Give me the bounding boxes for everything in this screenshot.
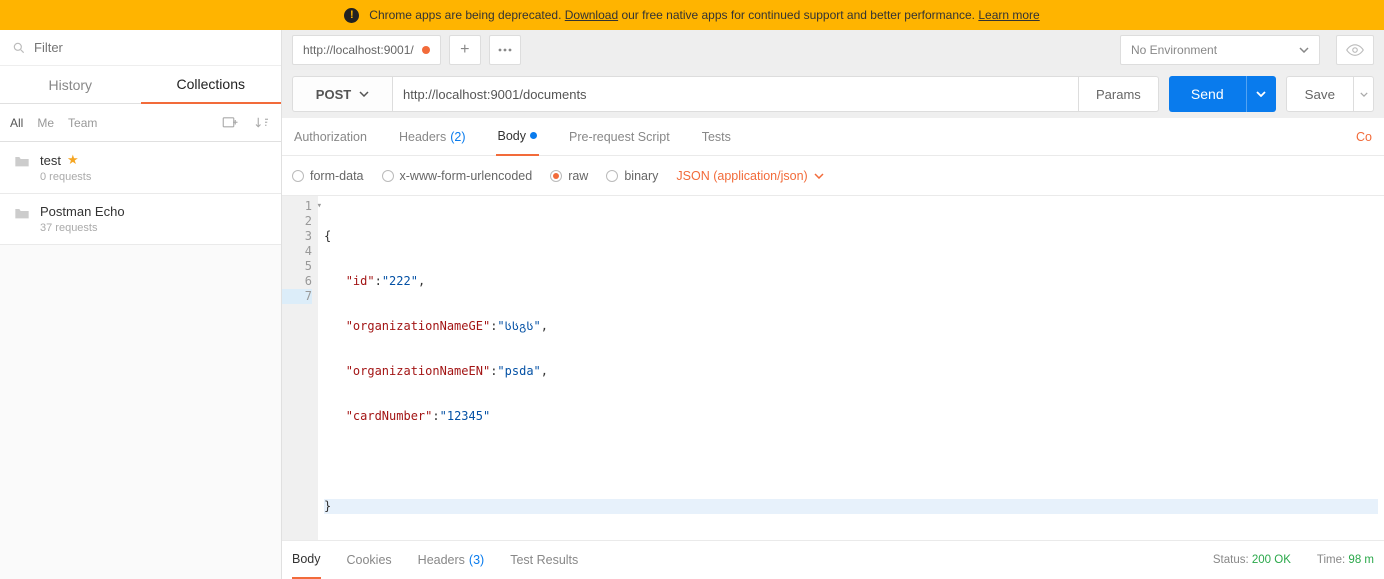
sort-icon[interactable]	[253, 114, 271, 132]
editor-gutter: 1 2 3 4 5 6 7	[282, 196, 318, 540]
response-tabs: Body Cookies Headers (3) Test Results St…	[282, 541, 1384, 579]
learn-more-link[interactable]: Learn more	[978, 8, 1039, 22]
search-icon	[12, 41, 26, 55]
request-subtabs: Authorization Headers (2) Body Pre-reque…	[282, 118, 1384, 156]
tab-prerequest[interactable]: Pre-request Script	[567, 118, 672, 156]
save-dropdown[interactable]	[1354, 76, 1374, 112]
new-tab-button[interactable]: +	[449, 35, 481, 65]
request-tab[interactable]: http://localhost:9001/	[292, 35, 441, 65]
collection-item-test[interactable]: test★ 0 requests	[0, 142, 281, 194]
body-mode-row: form-data x-www-form-urlencoded raw bina…	[282, 156, 1384, 196]
resp-tab-cookies[interactable]: Cookies	[347, 541, 392, 579]
banner-text: Chrome apps are being deprecated. Downlo…	[369, 8, 1039, 22]
body-modified-dot-icon	[530, 132, 537, 139]
resp-tab-body[interactable]: Body	[292, 541, 321, 579]
mode-formdata[interactable]: form-data	[292, 169, 364, 183]
tab-options-button[interactable]	[489, 35, 521, 65]
alert-icon: !	[344, 8, 359, 23]
chevron-down-icon	[359, 91, 369, 97]
resp-tab-tests[interactable]: Test Results	[510, 541, 578, 579]
chevron-down-icon	[1299, 47, 1309, 53]
filter-row	[0, 30, 281, 66]
deprecation-banner: ! Chrome apps are being deprecated. Down…	[0, 0, 1384, 30]
resp-tab-headers[interactable]: Headers (3)	[418, 541, 485, 579]
editor-code[interactable]: { "id":"222", "organizationNameGE":"სსგს…	[318, 196, 1384, 540]
mode-binary[interactable]: binary	[606, 169, 658, 183]
environment-select[interactable]: No Environment	[1120, 35, 1320, 65]
subtab-team[interactable]: Team	[68, 116, 97, 130]
content-type-select[interactable]: JSON (application/json)	[676, 169, 823, 183]
download-link[interactable]: Download	[565, 8, 618, 22]
folder-icon	[14, 154, 30, 168]
mode-raw[interactable]: raw	[550, 169, 588, 183]
add-collection-icon[interactable]	[221, 114, 239, 132]
star-icon: ★	[67, 152, 79, 168]
main-area: http://localhost:9001/ + No Environment …	[282, 30, 1384, 579]
save-button[interactable]: Save	[1286, 76, 1354, 112]
tab-authorization[interactable]: Authorization	[292, 118, 369, 156]
time-meta: Time: 98 m	[1317, 554, 1374, 566]
cookies-link[interactable]: Co	[1354, 118, 1374, 156]
method-select[interactable]: POST	[292, 76, 392, 112]
filter-input[interactable]	[34, 40, 269, 55]
request-tabbar: http://localhost:9001/ + No Environment	[282, 30, 1384, 70]
tab-headers[interactable]: Headers (2)	[397, 118, 468, 156]
send-button[interactable]: Send	[1169, 76, 1246, 112]
tab-history[interactable]: History	[0, 66, 141, 104]
environment-quicklook-button[interactable]	[1336, 35, 1374, 65]
tab-collections[interactable]: Collections	[141, 66, 282, 104]
sidebar-subtabs: All Me Team	[0, 104, 281, 142]
sidebar-tabs: History Collections	[0, 66, 281, 104]
collection-item-postman-echo[interactable]: Postman Echo 37 requests	[0, 194, 281, 245]
subtab-all[interactable]: All	[10, 116, 23, 130]
chevron-down-icon	[814, 173, 824, 179]
chevron-down-icon	[1256, 91, 1266, 97]
url-row: POST Params Send Save	[282, 70, 1384, 118]
params-button[interactable]: Params	[1079, 76, 1159, 112]
folder-icon	[14, 206, 30, 220]
subtab-me[interactable]: Me	[37, 116, 54, 130]
tab-tests[interactable]: Tests	[700, 118, 733, 156]
unsaved-dot-icon	[422, 46, 430, 54]
chevron-down-icon	[1360, 92, 1368, 97]
tab-body[interactable]: Body	[496, 118, 540, 156]
body-editor[interactable]: 1 2 3 4 5 6 7 { "id":"222", "organizatio…	[282, 196, 1384, 541]
mode-urlencoded[interactable]: x-www-form-urlencoded	[382, 169, 533, 183]
send-dropdown[interactable]	[1246, 76, 1276, 112]
url-input[interactable]	[392, 76, 1079, 112]
status-meta: Status: 200 OK	[1213, 554, 1291, 566]
sidebar: History Collections All Me Team test★ 0 …	[0, 30, 282, 579]
